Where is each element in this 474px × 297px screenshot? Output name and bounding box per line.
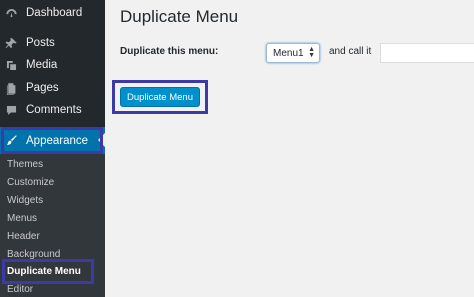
dashboard-icon (4, 6, 18, 20)
submenu-item-header[interactable]: Header (7, 231, 40, 242)
sidebar-item-label: Pages (26, 82, 59, 94)
pages-icon (4, 81, 18, 95)
submenu-item-themes[interactable]: Themes (7, 159, 43, 170)
menu-select[interactable]: Menu1 ▲ ▼ (266, 43, 320, 63)
sidebar-item-label: Comments (26, 104, 82, 116)
highlight-box-duplicate-menu (2, 259, 94, 284)
admin-sidebar: Dashboard Posts Media Pages Comments App… (0, 0, 105, 297)
call-it-label: and call it (329, 46, 372, 57)
sidebar-item-label: Media (26, 59, 58, 71)
page-title: Duplicate Menu (120, 7, 239, 26)
sidebar-item-posts[interactable]: Posts (0, 32, 105, 54)
media-icon (4, 58, 18, 72)
submenu-item-editor[interactable]: Editor (7, 284, 33, 295)
highlight-box-appearance (1, 127, 103, 154)
sidebar-item-label: Posts (26, 37, 55, 49)
duplicate-menu-button[interactable]: Duplicate Menu (120, 87, 200, 107)
sidebar-item-pages[interactable]: Pages (0, 77, 105, 99)
select-arrows-icon: ▲ ▼ (308, 46, 315, 59)
new-menu-name-input[interactable] (380, 43, 474, 63)
sidebar-item-media[interactable]: Media (0, 54, 105, 76)
sidebar-item-label: Dashboard (26, 7, 83, 19)
sidebar-item-dashboard[interactable]: Dashboard (0, 2, 105, 24)
menu-select-value: Menu1 (273, 47, 304, 59)
pin-icon (4, 36, 18, 50)
submenu-item-customize[interactable]: Customize (7, 177, 54, 188)
submenu-item-menus[interactable]: Menus (7, 213, 37, 224)
submenu-item-widgets[interactable]: Widgets (7, 195, 43, 206)
duplicate-menu-label: Duplicate this menu: (120, 46, 219, 57)
comment-icon (4, 103, 18, 117)
sidebar-item-comments[interactable]: Comments (0, 99, 105, 121)
